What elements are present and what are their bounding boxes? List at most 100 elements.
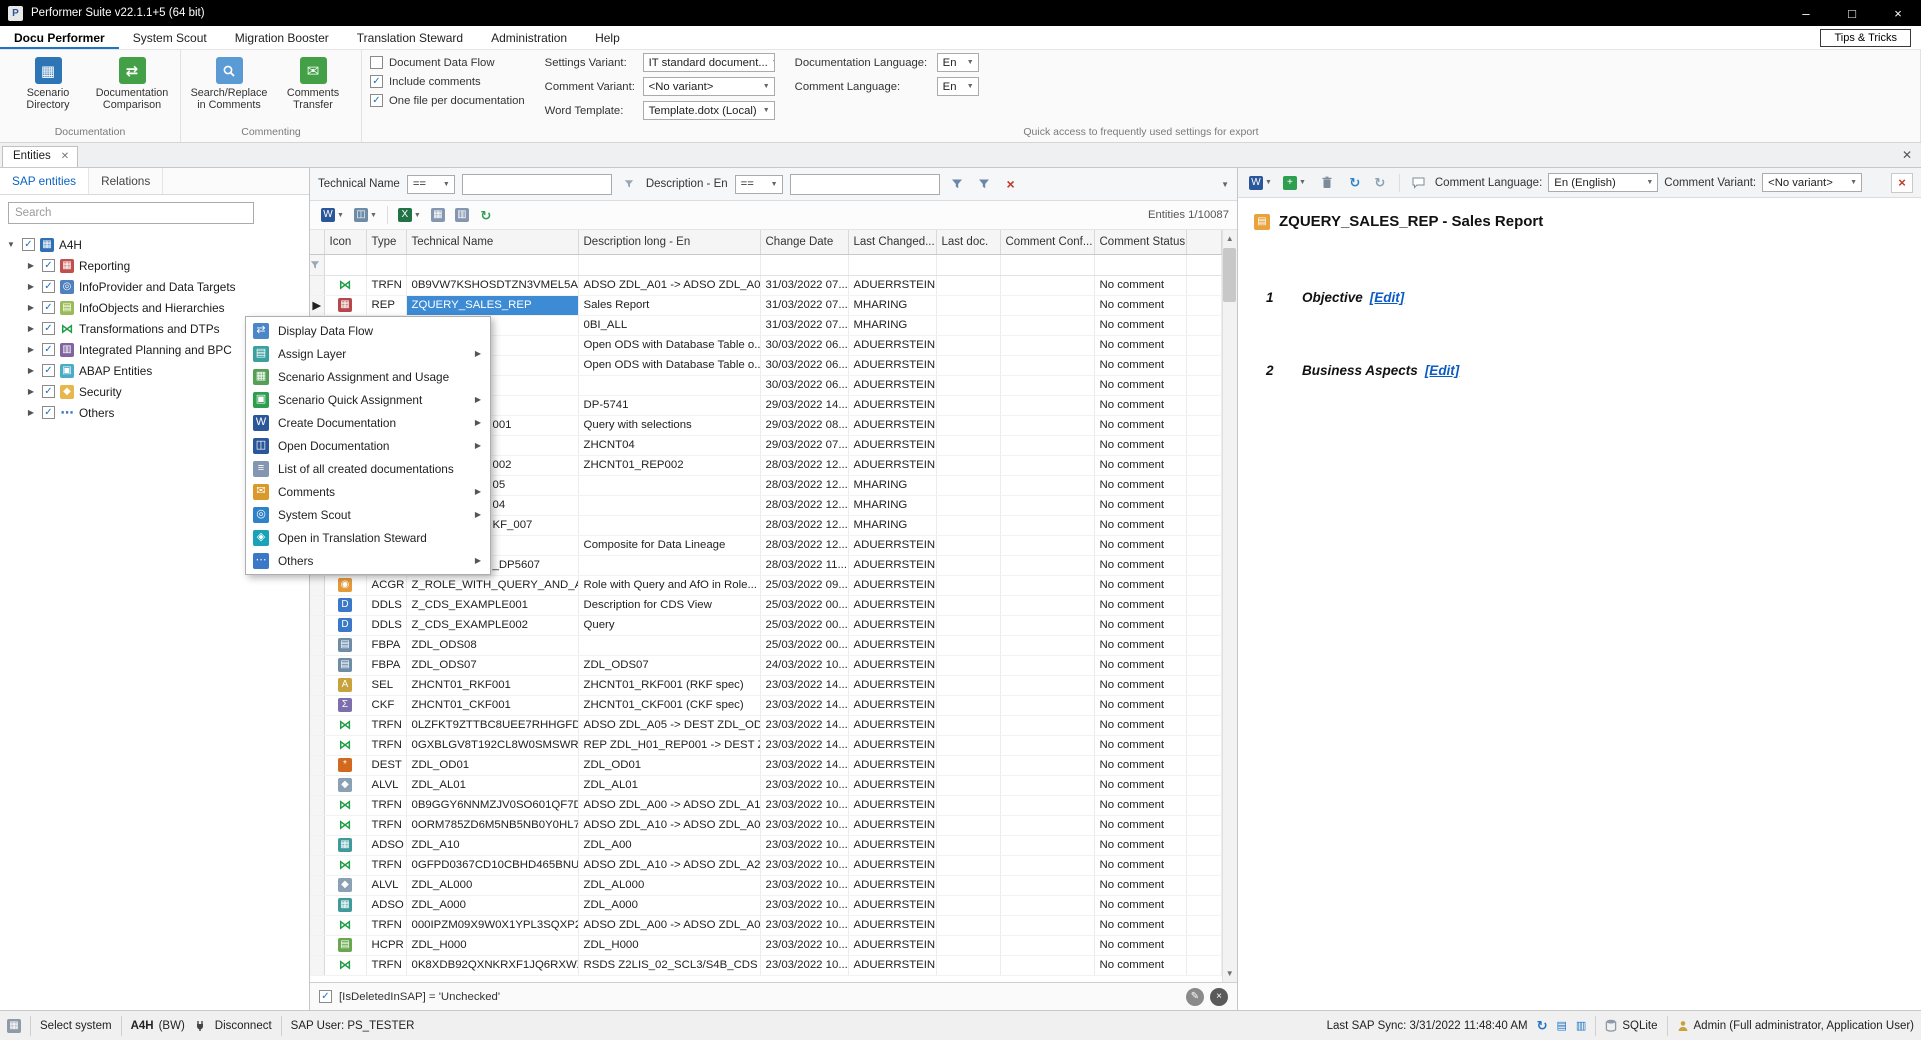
tree-checkbox[interactable] <box>42 322 55 335</box>
tree-item-infoprovider-and-data-targets[interactable]: ▶ ◎ InfoProvider and Data Targets <box>5 276 309 297</box>
filter-editor-icon[interactable] <box>947 174 967 194</box>
refresh-button[interactable]: ↻ <box>476 206 496 224</box>
expander-icon[interactable]: ▶ <box>25 345 37 354</box>
ribbon-tab-docu-performer[interactable]: Docu Performer <box>0 26 119 49</box>
table-row[interactable]: ◉ ACGR Z_ROLE_WITH_QUERY_AND_AF Role wit… <box>310 575 1221 595</box>
comment-language-select[interactable]: En (English)▼ <box>1548 173 1658 192</box>
vertical-scrollbar[interactable]: ▲ ▼ <box>1222 230 1238 982</box>
history-button[interactable]: ↻ <box>1370 174 1390 192</box>
checkbox-icon[interactable] <box>370 75 383 88</box>
edit-filter-icon[interactable]: ✎ <box>1186 988 1204 1006</box>
tree-checkbox[interactable] <box>42 280 55 293</box>
footer-filter-checkbox[interactable] <box>319 990 332 1003</box>
scroll-down-icon[interactable]: ▼ <box>1223 965 1238 982</box>
tree-item-reporting[interactable]: ▶ ▦ Reporting <box>5 255 309 276</box>
select-settings-variant[interactable]: IT standard document...▼ <box>643 53 775 72</box>
tree-checkbox[interactable] <box>42 259 55 272</box>
table-row[interactable]: ⋈ TRFN 0LZFKT9ZTTBC8UEE7RHHGFDGF ADSO ZD… <box>310 715 1221 735</box>
strip-close-icon[interactable]: ✕ <box>1902 148 1912 162</box>
column-header-last-changed[interactable]: Last Changed... <box>848 230 936 254</box>
table-row[interactable]: ▤ FBPA ZDL_ODS08 25/03/2022 00... ADUERR… <box>310 635 1221 655</box>
expander-icon[interactable]: ▶ <box>25 282 37 291</box>
menu-item-assign-layer[interactable]: ▤ Assign Layer ▶ <box>246 342 490 365</box>
select-documentation-language[interactable]: En▼ <box>937 53 979 72</box>
tree-checkbox[interactable] <box>42 406 55 419</box>
menu-item-list-of-all-created-documentations[interactable]: ≡ List of all created documentations <box>246 457 490 480</box>
menu-item-comments[interactable]: ✉ Comments ▶ <box>246 480 490 503</box>
close-panel-icon[interactable]: × <box>1891 173 1913 193</box>
comments-transfer-button[interactable]: ✉ Comments Transfer <box>273 55 353 126</box>
menu-item-open-in-translation-steward[interactable]: ◈ Open in Translation Steward <box>246 526 490 549</box>
select-system-button[interactable]: Select system <box>40 1020 112 1032</box>
ribbon-tab-migration-booster[interactable]: Migration Booster <box>221 26 343 49</box>
tab-entities[interactable]: Entities ✕ <box>2 146 78 167</box>
menu-item-create-documentation[interactable]: W Create Documentation ▶ <box>246 411 490 434</box>
expander-icon[interactable]: ▶ <box>25 366 37 375</box>
refresh-button[interactable]: ↻ <box>1345 174 1365 192</box>
tree-item-a4h[interactable]: ▼ ▦ A4H <box>5 234 309 255</box>
grid-layout-button[interactable]: ▥ <box>452 206 472 224</box>
columns-icon[interactable]: ▥ <box>1576 1019 1586 1032</box>
checkbox-one-file-per-documentation[interactable]: One file per documentation <box>370 94 525 107</box>
documentation-comparison-button[interactable]: ⇄ Documentation Comparison <box>92 55 172 126</box>
export-excel-button[interactable]: X▼ <box>395 206 424 224</box>
menu-item-display-data-flow[interactable]: ⇄ Display Data Flow <box>246 319 490 342</box>
collapse-filter-chevron-icon[interactable]: ▼ <box>1221 180 1229 189</box>
table-row[interactable]: ◆ ALVL ZDL_AL000 ZDL_AL000 23/03/2022 10… <box>310 875 1221 895</box>
clear-filter-icon[interactable]: × <box>1001 174 1021 194</box>
table-row[interactable]: ▤ HCPR ZDL_H000 ZDL_H000 23/03/2022 10..… <box>310 935 1221 955</box>
delete-button[interactable] <box>1314 171 1340 195</box>
expander-icon[interactable]: ▶ <box>25 303 37 312</box>
column-header-technical-name[interactable]: Technical Name <box>406 230 578 254</box>
ribbon-tab-administration[interactable]: Administration <box>477 26 581 49</box>
sync-icon[interactable]: ↻ <box>1537 1018 1548 1034</box>
filter-options-icon[interactable] <box>619 174 639 194</box>
menu-item-scenario-quick-assignment[interactable]: ▣ Scenario Quick Assignment ▶ <box>246 388 490 411</box>
select-comment-language[interactable]: En▼ <box>937 77 979 96</box>
filter-value-2-input[interactable] <box>790 174 940 195</box>
table-row[interactable]: ⋈ TRFN 0B9VW7KSHOSDTZN3VMEL5AF4 ADSO ZDL… <box>310 275 1221 295</box>
table-row[interactable]: ◆ ALVL ZDL_AL01 ZDL_AL01 23/03/2022 10..… <box>310 775 1221 795</box>
scroll-up-icon[interactable]: ▲ <box>1223 230 1238 247</box>
scenario-directory-button[interactable]: ▦ Scenario Directory <box>8 55 88 126</box>
ribbon-tab-system-scout[interactable]: System Scout <box>119 26 221 49</box>
tree-checkbox[interactable] <box>22 238 35 251</box>
checkbox-icon[interactable] <box>370 94 383 107</box>
layout-icon[interactable]: ▤ <box>1557 1019 1567 1032</box>
table-row[interactable]: ⋈ TRFN 000IPZM09X9W0X1YPL3SQXP2F ADSO ZD… <box>310 915 1221 935</box>
table-row[interactable]: ▦ ADSO ZDL_A000 ZDL_A000 23/03/2022 10..… <box>310 895 1221 915</box>
table-row[interactable]: ⋈ TRFN 0K8XDB92QXNKRXF1JQ6RXWX8 RSDS Z2L… <box>310 955 1221 975</box>
column-header-comment-status[interactable]: Comment Status <box>1094 230 1186 254</box>
tab-sap-entities[interactable]: SAP entities <box>0 168 89 194</box>
column-header-comment-conf[interactable]: Comment Conf... <box>1000 230 1094 254</box>
column-header-last-doc[interactable]: Last doc. <box>936 230 1000 254</box>
ribbon-tab-translation-steward[interactable]: Translation Steward <box>343 26 477 49</box>
tree-checkbox[interactable] <box>42 385 55 398</box>
add-section-button[interactable]: + ▼ <box>1280 174 1309 192</box>
column-header-type[interactable]: Type <box>366 230 406 254</box>
remove-filter-icon[interactable]: × <box>1210 988 1228 1006</box>
table-row[interactable]: ▤ FBPA ZDL_ODS07 ZDL_ODS07 24/03/2022 10… <box>310 655 1221 675</box>
checkbox-icon[interactable] <box>370 56 383 69</box>
filter-op-2-select[interactable]: ==▼ <box>735 175 783 194</box>
filter-grid-icon[interactable] <box>974 174 994 194</box>
expander-icon[interactable]: ▶ <box>25 408 37 417</box>
select-comment-variant[interactable]: <No variant>▼ <box>643 77 775 96</box>
checkbox-include-comments[interactable]: Include comments <box>370 75 525 88</box>
menu-item-system-scout[interactable]: ◎ System Scout ▶ <box>246 503 490 526</box>
table-row[interactable]: A SEL ZHCNT01_RKF001 ZHCNT01_RKF001 (RKF… <box>310 675 1221 695</box>
grid-filter-row[interactable] <box>310 254 1221 275</box>
export-document-button[interactable]: ◫▼ <box>351 206 380 224</box>
comment-variant-select[interactable]: <No variant>▼ <box>1762 173 1862 192</box>
filter-value-1-input[interactable] <box>462 174 612 195</box>
table-row[interactable]: ⋈ TRFN 0B9GGY6NNMZJV0SO601QF7D6 ADSO ZDL… <box>310 795 1221 815</box>
table-row[interactable]: ▶ ▦ REP ZQUERY_SALES_REP Sales Report 31… <box>310 295 1221 315</box>
expander-icon[interactable]: ▶ <box>25 261 37 270</box>
table-row[interactable]: * DEST ZDL_OD01 ZDL_OD01 23/03/2022 14..… <box>310 755 1221 775</box>
scrollbar-thumb[interactable] <box>1223 248 1236 302</box>
export-word-button[interactable]: W ▼ <box>1246 174 1275 192</box>
tree-checkbox[interactable] <box>42 301 55 314</box>
maximize-button[interactable]: □ <box>1829 0 1875 26</box>
grid-view-button[interactable]: ▦ <box>428 206 448 224</box>
close-button[interactable]: × <box>1875 0 1921 26</box>
